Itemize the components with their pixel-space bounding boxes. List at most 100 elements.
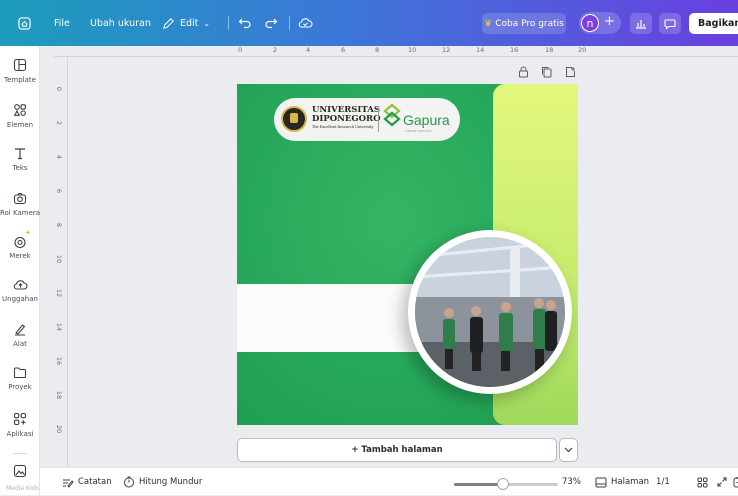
sidebar-item-alat[interactable]: Alat (0, 322, 40, 348)
home-icon (18, 16, 31, 30)
sidebar-item-label: Teks (12, 164, 28, 172)
lock-button[interactable] (518, 66, 529, 80)
sidebar-item-label: Rol Kamera (0, 209, 41, 217)
folder-icon (13, 367, 27, 379)
sidebar-item-template[interactable]: Template (0, 58, 40, 84)
collaborators[interactable]: n + (579, 12, 621, 34)
sidebar-item-label: Template (4, 76, 36, 84)
sidebar-item-teks[interactable]: Teks (0, 146, 40, 172)
sidebar-item-merek[interactable]: ✦ Merek (0, 229, 40, 260)
divider (289, 16, 290, 30)
undo-icon (238, 18, 251, 29)
gapura-logo-icon (383, 103, 401, 127)
ruler-tick: 2 (273, 46, 278, 54)
ruler-top: 0 2 4 6 8 10 12 14 16 18 20 (54, 46, 738, 57)
try-pro-label: Coba Pro gratis (495, 18, 564, 29)
ruler-tick: 4 (55, 154, 64, 160)
photo-illustration (415, 237, 565, 387)
sidebar-item-aplikasi[interactable]: Aplikasi (0, 412, 40, 438)
add-page-icon-button[interactable] (565, 66, 576, 80)
redo-button[interactable] (264, 0, 278, 46)
logo-divider (378, 106, 379, 132)
sidebar-item-media[interactable] (0, 464, 40, 478)
help-button[interactable] (733, 468, 738, 496)
ruler-tick: 16 (55, 356, 64, 366)
insights-button[interactable] (630, 13, 652, 34)
grid-view-button[interactable] (697, 468, 708, 496)
undo-button[interactable] (238, 0, 252, 46)
comment-button[interactable] (659, 13, 681, 34)
media-icon (13, 464, 27, 478)
top-bar: File Ubah ukuran Edit ⌄ ♛ Coba Pro grati… (0, 0, 738, 46)
university-tagline: The Excellent Research University (312, 125, 374, 129)
ruler-tick: 0 (55, 86, 64, 92)
sidebar-item-proyek[interactable]: Proyek (0, 366, 40, 391)
fullscreen-button[interactable] (717, 468, 727, 496)
bar-chart-icon (636, 20, 646, 29)
media-label: Media Kolb (6, 485, 39, 492)
pencil-icon (163, 17, 174, 29)
ruler-tick: 18 (55, 390, 64, 400)
ruler-tick: 14 (55, 322, 64, 332)
template-icon (13, 58, 27, 72)
zoom-slider[interactable] (454, 478, 558, 490)
ruler-tick: 4 (306, 46, 311, 54)
university-seal-icon (281, 106, 307, 132)
add-page-icon (566, 67, 575, 77)
edit-label: Edit (180, 17, 199, 29)
ruler-tick: 6 (55, 188, 64, 194)
avatar[interactable]: n (581, 14, 599, 32)
add-collaborator-icon[interactable]: + (604, 14, 615, 29)
sidebar-item-label: Alat (13, 340, 27, 348)
design-page[interactable]: UNIVERSITAS DIPONEGORO The Excellent Res… (237, 84, 578, 425)
sidebar-item-rol-kamera[interactable]: Rol Kamera (0, 192, 40, 217)
white-band (237, 284, 437, 352)
ruler-tick: 8 (55, 222, 64, 228)
sidebar-item-unggahan[interactable]: Unggahan (0, 278, 40, 303)
chevron-down-icon (564, 447, 573, 453)
help-icon (733, 477, 738, 488)
zoom-slider-fill (454, 483, 503, 486)
grid-view-icon (697, 477, 708, 487)
crown-icon: ♛ (484, 18, 493, 29)
sidebar-item-label: Elemen (6, 121, 34, 129)
chevron-down-icon: ⌄ (203, 18, 211, 28)
ruler-tick: 20 (578, 46, 587, 54)
divider (14, 453, 26, 454)
sidebar-item-label: Proyek (8, 383, 32, 391)
duplicate-page-button[interactable] (541, 66, 552, 80)
ruler-tick: 6 (341, 46, 346, 54)
resize-menu[interactable]: Ubah ukuran (90, 0, 151, 46)
duplicate-icon (542, 67, 552, 78)
try-pro-button[interactable]: ♛ Coba Pro gratis (482, 13, 566, 34)
upload-icon (13, 280, 27, 290)
sidebar-item-elemen[interactable]: Elemen (0, 103, 40, 129)
gapura-name: Gapura (403, 112, 450, 128)
logo-badge[interactable]: UNIVERSITAS DIPONEGORO The Excellent Res… (274, 98, 460, 141)
ruler-tick: 14 (476, 46, 485, 54)
save-status-button[interactable] (298, 0, 313, 46)
timer-button[interactable]: Hitung Mundur (123, 468, 202, 496)
home-button[interactable] (18, 0, 31, 46)
camera-icon (13, 192, 27, 205)
ruler-left: 0 2 4 6 8 10 12 14 16 18 20 (54, 57, 68, 467)
sidebar: Template Elemen Teks Rol Kamera ✦ Merek … (0, 46, 40, 495)
sparkle-icon: ✦ (25, 229, 31, 237)
ruler-tick: 10 (55, 254, 64, 264)
add-page-options-button[interactable] (559, 438, 578, 462)
zoom-value[interactable]: 73% (562, 468, 581, 496)
pages-button[interactable]: Halaman 1/1 (595, 468, 670, 496)
share-button[interactable]: Bagikan (689, 13, 738, 34)
airport-staff-photo[interactable] (415, 237, 565, 387)
bottom-bar: Catatan Hitung Mundur 73% Halaman 1/1 (40, 467, 738, 495)
gapura-tagline: AIRPORT SERVICES (405, 129, 432, 133)
zoom-slider-thumb[interactable] (496, 478, 509, 490)
notes-button[interactable]: Catatan (62, 468, 112, 496)
ruler-tick: 0 (238, 46, 243, 54)
file-menu[interactable]: File (54, 0, 70, 46)
ruler-tick: 20 (55, 424, 64, 434)
edit-menu[interactable]: Edit ⌄ (162, 0, 210, 46)
redo-icon (265, 18, 278, 29)
add-page-button[interactable]: + Tambah halaman (237, 438, 557, 462)
ruler-tick: 18 (545, 46, 554, 54)
